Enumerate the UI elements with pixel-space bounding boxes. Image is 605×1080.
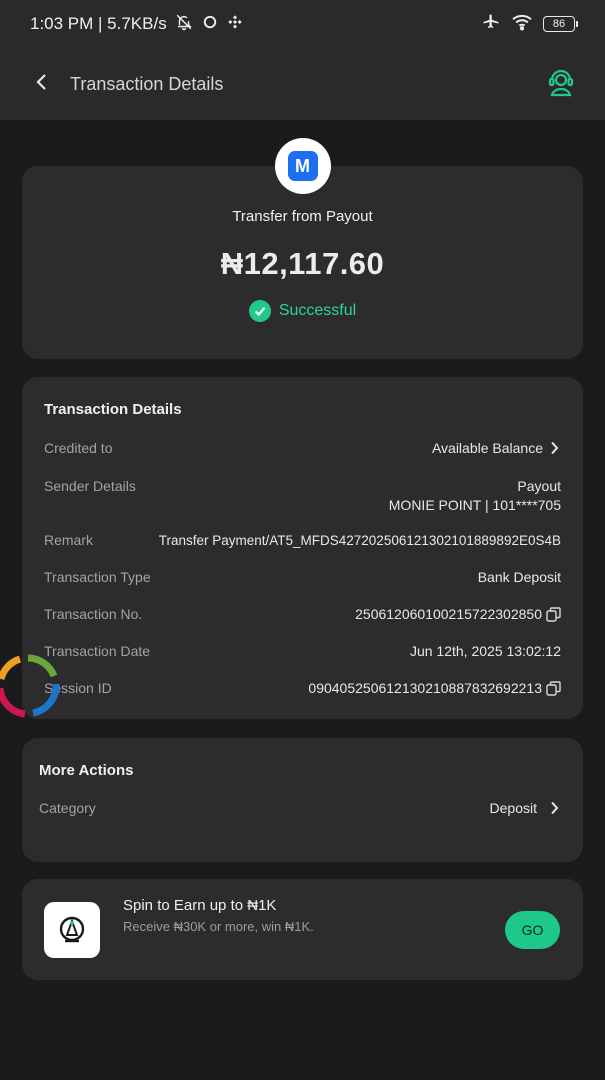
status-badge: Successful [22,300,583,322]
merchant-logo-letter: M [287,151,318,181]
sender-name: Payout [517,478,561,494]
floating-assistant-icon[interactable] [0,646,68,726]
credited-to-value: Available Balance [431,440,543,456]
sender-details-row: Sender Details Payout MONIE POINT | 101*… [44,478,561,513]
wifi-icon [511,13,533,36]
sender-details-label: Sender Details [44,478,136,494]
transaction-date-value: Jun 12th, 2025 13:02:12 [409,643,561,659]
credited-to-row[interactable]: Credited to Available Balance [44,440,561,456]
status-text: Successful [278,302,357,319]
sync-icon [201,13,219,36]
battery-indicator: 86 [543,16,578,32]
go-button[interactable]: GO [505,911,560,949]
sender-account: MONIE POINT | 101****705 [388,497,561,513]
airplane-icon [481,13,501,36]
remark-value: Transfer Payment/AT5_MFDS427202506121302… [158,532,561,548]
customer-support-icon [546,67,576,102]
more-actions-card: More Actions Category Deposit [22,738,583,862]
chevron-right-icon [547,441,561,455]
spin-to-earn-card[interactable]: Spin to Earn up to ₦1K Receive ₦30K or m… [22,879,583,980]
status-time-speed: 1:03 PM | 5.7KB/s [30,14,167,33]
merchant-logo: M [274,138,331,194]
credited-to-label: Credited to [44,440,113,456]
remark-row: Remark Transfer Payment/AT5_MFDS42720250… [44,532,561,548]
customer-support-button[interactable] [541,64,581,104]
transaction-type-row: Transaction Type Bank Deposit [44,569,561,585]
category-row[interactable]: Category Deposit [39,800,561,816]
chevron-left-icon [35,73,49,96]
transaction-date-row: Transaction Date Jun 12th, 2025 13:02:12 [44,643,561,659]
page-title: Transaction Details [70,73,224,94]
session-id-value: 090405250612130210887832692213 [308,680,542,696]
transaction-title: Transfer from Payout [232,208,373,225]
chevron-right-icon [547,801,561,815]
transaction-type-label: Transaction Type [44,569,151,585]
promo-title: Spin to Earn up to ₦1K [123,897,277,914]
copy-icon[interactable] [546,680,561,696]
transaction-number-label: Transaction No. [44,606,143,622]
spin-wheel-icon [44,902,100,958]
back-button[interactable] [24,66,60,102]
muted-bell-icon [175,13,193,36]
category-value: Deposit [489,800,537,816]
binance-icon [227,14,243,35]
status-bar: 1:03 PM | 5.7KB/s 86 [0,0,605,48]
screen: 1:03 PM | 5.7KB/s 86 Transaction Details… [0,0,605,1080]
session-id-row: Session ID 09040525061213021088783269221… [44,680,561,696]
remark-label: Remark [44,532,94,548]
copy-icon[interactable] [546,606,561,622]
top-app-bar: Transaction Details [0,48,605,120]
check-circle-icon [248,300,271,322]
category-label: Category [39,800,96,816]
details-section-title: Transaction Details [44,401,182,418]
more-actions-title: More Actions [39,762,134,779]
transaction-amount: ₦12,117.60 [220,246,385,281]
transaction-number-value: 250612060100215722302850 [355,606,542,622]
transaction-number-row: Transaction No. 250612060100215722302850 [44,606,561,622]
transaction-summary-card: Transfer from Payout ₦12,117.60 Successf… [22,166,583,359]
promo-subtitle: Receive ₦30K or more, win ₦1K. [123,919,314,934]
transaction-type-value: Bank Deposit [477,569,561,585]
transaction-details-card: Transaction Details Credited to Availabl… [22,377,583,719]
